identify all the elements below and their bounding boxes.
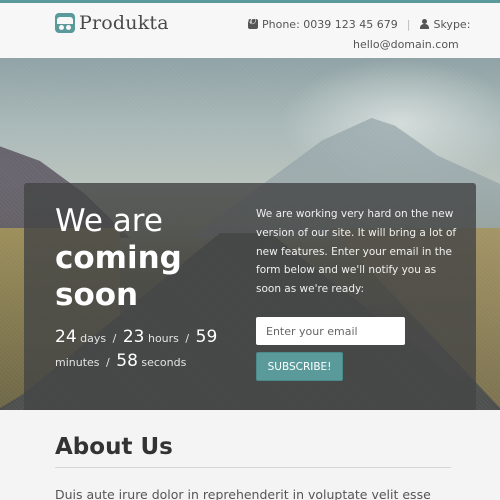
countdown-hours: 23 <box>122 327 145 347</box>
headline-line-3: soon <box>55 277 139 313</box>
phone-label: Phone: 0039 123 45 679 <box>262 17 398 31</box>
headline-line-1: We are <box>55 203 163 239</box>
skype-label: Skype: <box>433 17 471 31</box>
phone-icon <box>248 16 258 29</box>
coming-soon-panel: We are coming soon 24 days / 23 hours / … <box>24 183 476 410</box>
about-title: About Us <box>55 434 173 460</box>
hours-label: hours <box>147 332 179 345</box>
days-label: days <box>80 332 107 345</box>
hero-description: We are working very hard on the new vers… <box>256 208 457 296</box>
hero-section: We are coming soon 24 days / 23 hours / … <box>0 58 500 410</box>
about-section: About Us Duis aute irure dolor in repreh… <box>0 410 500 500</box>
divider <box>55 467 451 468</box>
countdown-days: 24 <box>55 327 77 347</box>
subscribe-button[interactable]: SUBSCRIBE! <box>256 352 343 381</box>
seconds-label: seconds <box>141 356 187 369</box>
contact-info: Phone: 0039 123 45 679 | Skype: hello@do… <box>248 15 471 51</box>
countdown-timer: 24 days / 23 hours / 59 minutes / 58 sec… <box>55 327 218 371</box>
about-text: Duis aute irure dolor in reprehenderit i… <box>55 487 431 500</box>
countdown-minutes: 59 <box>195 327 218 347</box>
contact-separator: | <box>406 17 411 31</box>
headline: We are coming soon <box>55 203 182 314</box>
logo[interactable]: Produkta <box>55 12 169 34</box>
minutes-label: minutes <box>55 356 100 369</box>
skype-value[interactable]: hello@domain.com <box>353 38 459 51</box>
truck-icon <box>55 13 75 33</box>
countdown-seconds: 58 <box>116 351 138 371</box>
headline-line-2: coming <box>55 240 182 276</box>
email-input[interactable] <box>256 317 405 345</box>
user-icon <box>419 19 430 29</box>
brand-name: Produkta <box>79 12 169 34</box>
site-header: Produkta Phone: 0039 123 45 679 | Skype:… <box>0 3 500 58</box>
